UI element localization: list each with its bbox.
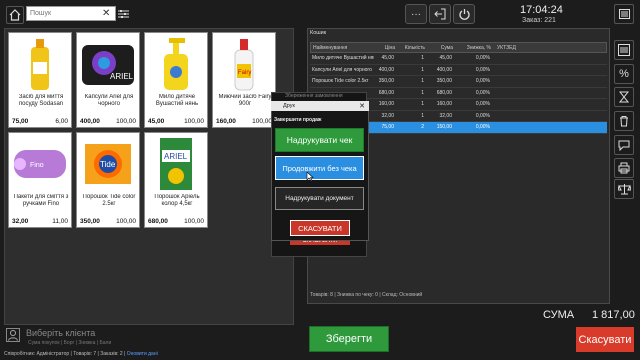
print-button[interactable]	[614, 158, 634, 178]
product-card[interactable]: ARIEL Капсули Ariel для чорного 400,00 1…	[76, 32, 140, 128]
menu-button[interactable]	[614, 4, 634, 24]
receipt-title: Кошик	[310, 30, 327, 36]
discount-button[interactable]: %	[614, 64, 634, 84]
printer-icon	[618, 162, 630, 174]
home-button[interactable]	[6, 6, 24, 24]
svg-text:Fairy: Fairy	[238, 70, 251, 76]
search-input[interactable]	[30, 7, 100, 20]
order-number: Заказ: 221	[522, 17, 556, 24]
trash-icon	[620, 116, 628, 127]
sliders-icon	[117, 9, 129, 18]
quantity-button[interactable]	[614, 87, 634, 107]
barcode-icon	[618, 44, 630, 56]
power-icon	[458, 8, 470, 20]
ellipsis-icon: ···	[411, 8, 421, 20]
client-avatar-icon[interactable]	[6, 328, 20, 342]
exit-button[interactable]	[429, 4, 451, 24]
product-card[interactable]: Засіб для миття посуду Sodasan 75,00 6,0…	[8, 32, 72, 128]
client-stats: Сума покупок | Борг | Знижка | Бали	[28, 340, 112, 346]
product-grid: Засіб для миття посуду Sodasan 75,00 6,0…	[4, 28, 294, 325]
product-card[interactable]: ARIEL Порошок Аріель колор 4,5кг 680,00 …	[144, 132, 208, 228]
tide-box-icon: Tide	[79, 135, 137, 193]
clear-icon[interactable]: ✕	[102, 8, 110, 19]
comment-icon	[618, 140, 630, 151]
print-document-button[interactable]: Надрукувати документ	[275, 187, 364, 210]
yellow-bottle-icon	[11, 35, 69, 93]
product-card[interactable]: Fino Пакети для сміття з ручками Fino 32…	[8, 132, 72, 228]
table-header: Найменування Ціна Кількість Сума Знижка,…	[310, 42, 607, 53]
soap-bottle-icon	[147, 35, 205, 93]
clock: 17:04:24	[520, 4, 563, 16]
trash-bags-icon: Fino	[11, 135, 69, 193]
save-order-dialog-title: Збереження замовлення	[285, 93, 343, 99]
print-receipt-button[interactable]: Надрукувати чек	[275, 128, 364, 152]
table-row[interactable]: Порошок Tide color 2.5кг 350,00 1 350,00 0,0…	[310, 76, 607, 88]
scales-button[interactable]	[614, 179, 634, 199]
table-row[interactable]: Мило дитяче Вушастий нянь 45,00 1 45,00 0,00…	[310, 53, 607, 65]
close-icon[interactable]: ✕	[359, 102, 365, 110]
hourglass-icon	[618, 91, 630, 103]
comment-button[interactable]	[614, 135, 634, 155]
capsules-box-icon: ARIEL	[79, 35, 137, 93]
table-row[interactable]: Капсули Ariel для чорного 400,00 1 400,00 0,…	[310, 65, 607, 76]
svg-text:Tide: Tide	[100, 160, 116, 169]
total-value: 1 817,00	[592, 309, 635, 321]
print-dialog-heading: Завершити продаж	[274, 117, 322, 123]
cancel-button[interactable]: Скасувати	[576, 327, 634, 352]
save-button[interactable]: Зберегти	[309, 326, 389, 352]
fairy-bottle-icon: Fairy	[215, 35, 273, 93]
mouse-cursor-icon	[306, 171, 314, 184]
print-dialog-cancel-button[interactable]: СКАСУВАТИ	[290, 220, 350, 236]
scales-icon	[617, 184, 631, 195]
status-bar: Співробітник: Адміністратор | Товарів: 7…	[4, 351, 158, 357]
product-card[interactable]: Мило дитяче Вушастий нянь 45,00 100,00	[144, 32, 208, 128]
power-button[interactable]	[453, 4, 475, 24]
svg-text:ARIEL: ARIEL	[164, 152, 188, 161]
client-select[interactable]: Виберіть клієнта	[26, 328, 95, 338]
delete-button[interactable]	[614, 111, 634, 131]
percent-icon: %	[619, 68, 629, 80]
refresh-link[interactable]: Оновити дані	[127, 351, 158, 357]
list-icon	[618, 9, 630, 19]
filter-button[interactable]	[116, 6, 130, 21]
print-dialog-titlebar: Друк ✕	[271, 101, 369, 111]
exit-icon	[434, 8, 446, 20]
more-button[interactable]: ···	[405, 4, 427, 24]
receipt-footer: Товарів: 8 | Знижка по чеку: 0 | Склад: …	[310, 292, 423, 298]
product-card[interactable]: Tide Порошок Tide color 2.5кг 350,00 100…	[76, 132, 140, 228]
total-label: СУМА	[543, 309, 575, 321]
ariel-box-icon: ARIEL	[147, 135, 205, 193]
continue-without-receipt-button[interactable]: Продовжити без чека	[275, 156, 364, 180]
home-icon	[9, 9, 21, 21]
svg-text:Fino: Fino	[30, 162, 44, 169]
barcode-button[interactable]	[614, 40, 634, 60]
product-card[interactable]: Fairy Миючий засіб Fairy 900г 160,00 100…	[212, 32, 276, 128]
search-box[interactable]: ✕	[26, 6, 116, 21]
svg-text:ARIEL: ARIEL	[110, 72, 134, 81]
